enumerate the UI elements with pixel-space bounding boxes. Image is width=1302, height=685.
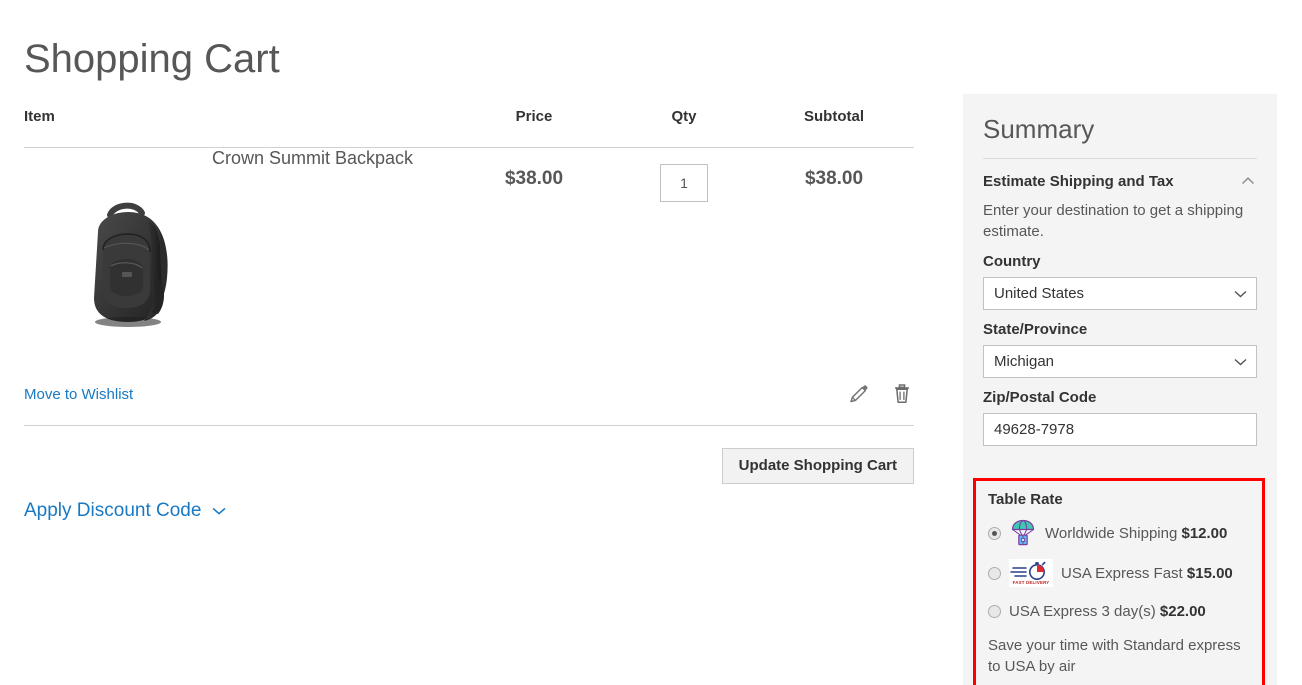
state-province-select[interactable]: Michigan xyxy=(983,345,1257,378)
shipping-name: USA Express Fast xyxy=(1061,565,1183,582)
country-select-wrapper[interactable]: United States xyxy=(983,277,1257,310)
cart-table-body: Crown Summit Backpack $38.00 $38.00 xyxy=(24,148,914,386)
apply-discount-row[interactable]: Apply Discount Code xyxy=(24,500,914,522)
item-actions-row: Move to Wishlist xyxy=(24,380,914,426)
fast-delivery-stopwatch-icon: FAST DELIVERY xyxy=(1009,559,1053,587)
chevron-up-icon[interactable] xyxy=(1241,176,1255,186)
shipping-radio-usa-express-fast[interactable] xyxy=(988,567,1001,580)
shipping-option-worldwide[interactable]: Worldwide Shipping $12.00 xyxy=(988,519,1250,547)
shopping-cart-page: Shopping Cart Item Price Qty Subtotal xyxy=(0,0,1302,685)
move-to-wishlist-link[interactable]: Move to Wishlist xyxy=(24,386,133,403)
delete-item-button[interactable] xyxy=(890,382,914,408)
shipping-label-usa-express-fast: USA Express Fast $15.00 xyxy=(1061,565,1233,582)
update-shopping-cart-button[interactable]: Update Shopping Cart xyxy=(722,448,914,485)
shipping-price: $15.00 xyxy=(1187,565,1233,582)
shipping-option-usa-express-3day[interactable]: USA Express 3 day(s) $22.00 xyxy=(988,599,1250,623)
zip-postal-code-input[interactable] xyxy=(983,413,1257,446)
column-header-subtotal: Subtotal xyxy=(754,108,914,148)
shipping-radio-usa-express-3day[interactable] xyxy=(988,605,1001,618)
order-summary-panel: Summary Estimate Shipping and Tax Enter … xyxy=(963,94,1277,685)
zip-postal-code-label: Zip/Postal Code xyxy=(983,389,1257,406)
page-title: Shopping Cart xyxy=(24,35,280,83)
column-header-price: Price xyxy=(454,108,614,148)
cart-table-head: Item Price Qty Subtotal xyxy=(24,108,914,148)
chevron-down-icon[interactable] xyxy=(211,506,227,516)
pencil-icon xyxy=(847,382,869,406)
cart-header-row: Item Price Qty Subtotal xyxy=(24,108,914,148)
estimate-note: Enter your destination to get a shipping… xyxy=(983,200,1257,242)
table-rate-section: Table Rate Worldwide Shipping $12.00 xyxy=(973,478,1265,685)
trash-icon xyxy=(892,382,912,406)
summary-title: Summary xyxy=(983,112,1257,159)
cart-area: Item Price Qty Subtotal xyxy=(24,108,914,522)
shipping-name: Worldwide Shipping xyxy=(1045,525,1177,542)
edit-item-button[interactable] xyxy=(846,382,870,408)
estimate-shipping-label: Estimate Shipping and Tax xyxy=(983,173,1174,190)
svg-text:FAST DELIVERY: FAST DELIVERY xyxy=(1013,580,1050,585)
parachute-package-icon xyxy=(1009,519,1037,547)
shipping-label-worldwide: Worldwide Shipping $12.00 xyxy=(1045,525,1227,542)
apply-discount-code-link[interactable]: Apply Discount Code xyxy=(24,500,201,522)
table-rate-title: Table Rate xyxy=(988,491,1250,508)
shipping-price: $12.00 xyxy=(1181,525,1227,542)
cell-price: $38.00 xyxy=(454,148,614,386)
shipping-name: USA Express 3 day(s) xyxy=(1009,603,1156,620)
cell-item: Crown Summit Backpack xyxy=(24,148,454,386)
country-select[interactable]: United States xyxy=(983,277,1257,310)
table-rate-description: Save your time with Standard express to … xyxy=(988,635,1250,677)
column-header-item: Item xyxy=(24,108,454,148)
shipping-label-usa-express-3day: USA Express 3 day(s) $22.00 xyxy=(1009,603,1206,620)
product-name[interactable]: Crown Summit Backpack xyxy=(212,148,413,169)
table-row: Crown Summit Backpack $38.00 $38.00 xyxy=(24,148,914,386)
estimate-shipping-and-tax-header[interactable]: Estimate Shipping and Tax xyxy=(983,173,1257,190)
shipping-radio-worldwide[interactable] xyxy=(988,527,1001,540)
cart-table: Item Price Qty Subtotal xyxy=(24,108,914,386)
shipping-option-usa-express-fast[interactable]: FAST DELIVERY USA Express Fast $15.00 xyxy=(988,559,1250,587)
update-cart-row: Update Shopping Cart xyxy=(24,426,914,498)
cell-qty xyxy=(614,148,754,386)
quantity-input[interactable] xyxy=(660,164,708,202)
state-province-label: State/Province xyxy=(983,321,1257,338)
state-select-wrapper[interactable]: Michigan xyxy=(983,345,1257,378)
product-image[interactable] xyxy=(70,186,188,336)
cell-subtotal: $38.00 xyxy=(754,148,914,386)
country-label: Country xyxy=(983,253,1257,270)
column-header-qty: Qty xyxy=(614,108,754,148)
shipping-price: $22.00 xyxy=(1160,603,1206,620)
